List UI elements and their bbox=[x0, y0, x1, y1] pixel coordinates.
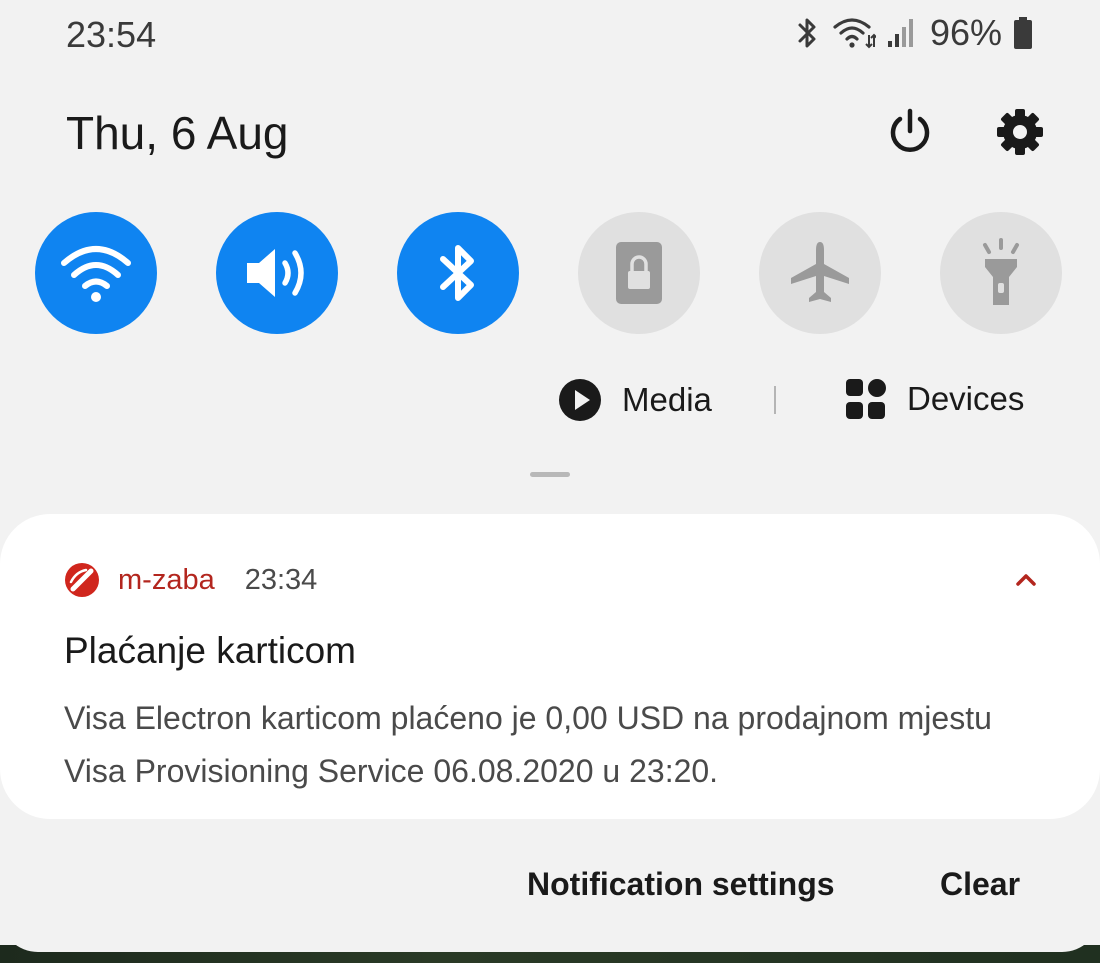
bluetooth-icon bbox=[440, 245, 474, 301]
screen-lock-toggle[interactable] bbox=[578, 212, 700, 334]
airplane-toggle[interactable] bbox=[759, 212, 881, 334]
play-icon bbox=[559, 379, 601, 421]
bluetooth-toggle[interactable] bbox=[397, 212, 519, 334]
flashlight-toggle[interactable] bbox=[940, 212, 1062, 334]
notification-body: Visa Electron karticom plaćeno je 0,00 U… bbox=[64, 700, 992, 789]
redacted-area bbox=[400, 620, 492, 680]
media-button[interactable]: Media bbox=[558, 378, 712, 422]
status-time: 23:54 bbox=[66, 14, 157, 55]
devices-label: Devices bbox=[907, 380, 1025, 417]
airplane-icon bbox=[791, 242, 849, 302]
sound-toggle[interactable] bbox=[216, 212, 338, 334]
power-icon[interactable] bbox=[884, 106, 936, 158]
m-zaba-app-icon bbox=[65, 563, 99, 597]
devices-button[interactable]: Devices bbox=[845, 378, 1024, 420]
chevron-up-icon[interactable] bbox=[1014, 572, 1038, 588]
divider bbox=[774, 386, 776, 414]
date-label: Thu, 6 Aug bbox=[66, 107, 289, 159]
signal-icon bbox=[887, 19, 913, 47]
flashlight-icon bbox=[983, 238, 1019, 305]
devices-icon bbox=[846, 379, 886, 419]
wifi-icon bbox=[833, 18, 876, 49]
notification-header: m-zaba 23:34 bbox=[64, 562, 317, 598]
media-devices-row: Media Devices bbox=[0, 378, 1100, 426]
quick-toggles bbox=[35, 212, 1065, 336]
bluetooth-icon bbox=[798, 18, 816, 48]
sound-icon bbox=[247, 249, 304, 297]
notification-settings-button[interactable]: Notification settings bbox=[527, 866, 835, 903]
battery-icon bbox=[1014, 17, 1032, 49]
gear-icon[interactable] bbox=[994, 106, 1046, 158]
wifi-toggle[interactable] bbox=[35, 212, 157, 334]
notification-title: Plaćanje karticom bbox=[64, 630, 357, 671]
battery-percent: 96% bbox=[929, 12, 1002, 53]
panel-bottom-edge bbox=[0, 914, 1100, 952]
status-icons: 96% bbox=[794, 12, 1034, 54]
notification-card[interactable]: m-zaba 23:34 Plaćanje karticom Visa Elec… bbox=[0, 514, 1100, 819]
notification-time: 23:34 bbox=[244, 563, 318, 596]
notification-panel: 23:54 96% Thu, 6 Aug Media Devices m-zab… bbox=[0, 0, 1100, 963]
screen-lock-icon bbox=[616, 242, 662, 304]
clear-button[interactable]: Clear bbox=[940, 866, 1020, 903]
media-label: Media bbox=[622, 381, 712, 418]
drag-handle[interactable] bbox=[530, 472, 570, 477]
panel-actions: Notification settings Clear bbox=[0, 866, 1100, 906]
wifi-icon bbox=[61, 246, 131, 302]
app-name: m-zaba bbox=[118, 563, 215, 596]
